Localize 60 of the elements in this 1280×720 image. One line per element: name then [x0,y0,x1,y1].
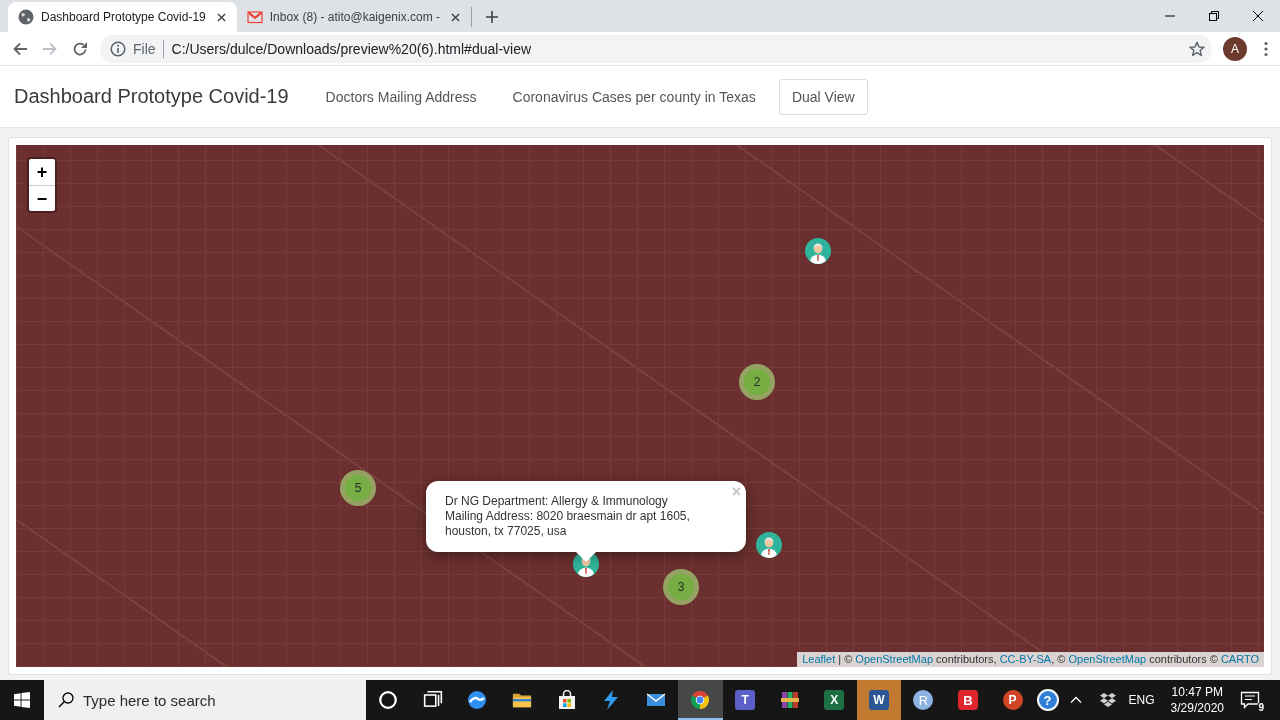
doctor-marker-icon[interactable] [805,238,831,264]
attribution-link[interactable]: OpenStreetMap [855,653,933,665]
address-field[interactable]: File C:/Users/dulce/Downloads/preview%20(6).html#dual-view [100,34,1212,63]
restore-icon[interactable] [1209,11,1219,21]
info-icon[interactable] [110,40,126,57]
windows-logo-icon [14,692,30,708]
notification-count-badge: 9 [1257,702,1265,713]
notification-button[interactable]: 9 [1234,680,1266,720]
taskbar-app-button[interactable]: P [990,680,1035,720]
attribution-link[interactable]: CARTO [1220,653,1259,665]
speech-bubble-icon [1240,690,1260,710]
nav-link[interactable]: Coronavirus Cases per county in Texas [499,78,769,115]
zoom-in-button[interactable]: + [29,159,55,185]
letter-tile-logo: B [958,690,978,710]
nav-link[interactable]: Dual View [778,78,868,115]
ring-icon [378,690,399,710]
input-language-indicator[interactable]: ENG [1128,693,1155,707]
navbar-brand[interactable]: Dashboard Prototype Covid-19 [14,85,289,108]
letter-circle-logo: R [913,690,934,710]
zoom-out-button[interactable]: − [29,185,55,211]
taskbar-app-button[interactable]: W [856,680,902,720]
spreadsheet-app-logo: X [824,690,845,710]
envelope-icon [246,9,263,25]
left-arrow-icon[interactable] [12,40,28,57]
people-app-logo: T [735,690,756,710]
book-stack-icon [779,690,800,710]
map-attribution: Leaflet | © OpenStreetMap contributors, CC-BY-SA, © OpenStreetMap contributors © CARTO [797,652,1264,667]
attribution-link[interactable]: Leaflet [802,653,836,665]
globe-icon [18,9,34,25]
doctor-marker-icon[interactable] [756,532,782,558]
site-info-label[interactable]: File [133,40,156,57]
taskbar-search-field[interactable]: Type here to search [44,680,366,720]
taskbar-app-button[interactable]: X [811,680,857,720]
help-app-logo[interactable]: ? [1036,689,1059,711]
document-app-logo: W [868,690,889,710]
wave-disc-icon [467,690,488,710]
close-icon[interactable] [1253,11,1263,21]
star-icon[interactable] [1189,40,1205,57]
nav-link[interactable]: Doctors Mailing Address [312,78,490,115]
taskbar-app-button[interactable]: B [945,680,991,720]
presentation-app-logo: P [1002,690,1023,710]
browser-tab[interactable]: Dashboard Prototype Covid-19 [8,2,237,32]
browser-tab[interactable]: Inbox (8) - atito@kaigenix.com - [236,2,471,32]
clock-button[interactable]: 10:47 PM 3/29/2020 [1166,684,1228,716]
shopping-bag-icon [556,690,577,710]
popup-doctor-text: Dr NG Department: Allergy & Immunology [445,494,669,509]
taskbar-app-button[interactable]: T [722,680,768,720]
plus-icon[interactable] [486,11,498,23]
menu-icon[interactable] [1264,40,1268,57]
task-view-icon [422,690,443,710]
attribution-link[interactable]: OpenStreetMap [1068,653,1147,665]
segmented-circle-icon [690,690,711,710]
popup-address-text: Mailing Address: 8020 braesmain dr apt 1605, houston, tx 77025, usa [445,509,691,539]
address-url[interactable]: C:/Users/dulce/Downloads/preview%20(6).html#dual-view [171,40,532,57]
profile-avatar[interactable]: A [1223,36,1247,61]
reload-icon[interactable] [72,40,88,57]
close-icon[interactable] [451,12,460,22]
open-box-icon[interactable] [1098,692,1117,708]
search-icon [58,692,74,708]
close-icon[interactable] [216,12,226,22]
